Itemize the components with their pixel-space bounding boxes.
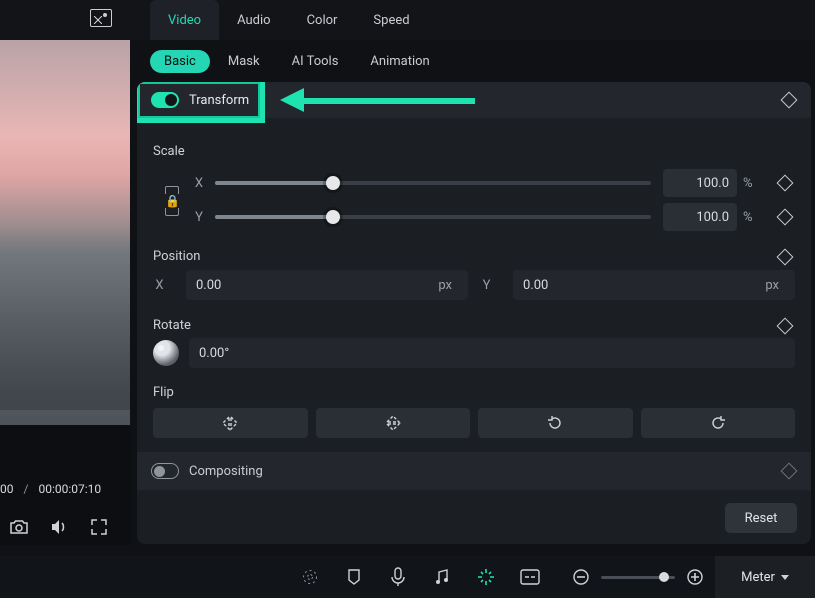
video-preview[interactable] [0, 40, 130, 425]
flip-horizontal-button[interactable] [153, 408, 308, 438]
keyframe-icon[interactable] [781, 92, 798, 109]
transform-toggle[interactable] [151, 92, 179, 108]
scale-y-slider[interactable] [215, 215, 651, 219]
position-label: Position [153, 249, 200, 264]
timecode-separator: / [24, 482, 29, 496]
position-x-input[interactable]: 0.00 px [186, 270, 468, 300]
scale-x-input[interactable]: 100.0 [663, 169, 737, 197]
scale-y-input[interactable]: 100.0 [663, 203, 737, 231]
fullscreen-button[interactable] [88, 516, 110, 538]
position-y-label: Y [480, 278, 493, 293]
sub-tab-bar: Basic Mask AI Tools Animation [150, 44, 444, 78]
scale-x-slider[interactable] [215, 181, 651, 185]
zoom-in-button[interactable] [685, 567, 705, 587]
plus-circle-icon [686, 568, 704, 586]
chevron-down-icon [781, 575, 789, 580]
marker-button[interactable] [344, 567, 364, 587]
rotate-input[interactable]: 0.00° [189, 338, 795, 368]
scale-y-keyframe[interactable] [775, 211, 795, 223]
rotate-label: Rotate [153, 318, 191, 333]
compositing-label: Compositing [189, 464, 263, 479]
timeline-zoom [571, 567, 705, 587]
snapshot-button[interactable] [8, 516, 30, 538]
flip-label: Flip [153, 385, 795, 400]
adjustment-button[interactable] [520, 567, 540, 587]
subtab-mask[interactable]: Mask [214, 50, 274, 73]
video-basic-panel: Transform Scale 🔒 X 100.0 % Y [137, 82, 811, 544]
voiceover-button[interactable] [388, 567, 408, 587]
flip-horizontal-icon [221, 415, 239, 431]
caption-icon [520, 569, 540, 585]
scale-label: Scale [153, 144, 795, 159]
scale-x-keyframe[interactable] [775, 177, 795, 189]
position-keyframe[interactable] [775, 251, 795, 263]
microphone-icon [391, 567, 405, 587]
tab-speed[interactable]: Speed [355, 0, 427, 40]
picture-icon [90, 9, 112, 27]
rotate-knob[interactable] [153, 340, 179, 366]
auto-beat-sync-button[interactable] [476, 567, 496, 587]
audio-stretch-button[interactable] [432, 567, 452, 587]
tab-audio[interactable]: Audio [219, 0, 288, 40]
sparkle-icon [301, 568, 319, 586]
tab-video[interactable]: Video [150, 0, 219, 40]
expand-icon [90, 518, 108, 536]
flip-vertical-button[interactable] [316, 408, 471, 438]
compositing-section-header[interactable]: Compositing [137, 452, 811, 490]
timecode-display: 00 / 00:00:07:10 [0, 482, 130, 496]
timeline-toolbar: Meter [0, 556, 815, 598]
main-tab-bar: Video Audio Color Speed [0, 0, 815, 40]
lock-icon: 🔒 [165, 194, 179, 208]
scale-y-label: Y [191, 210, 207, 225]
subtab-ai-tools[interactable]: AI Tools [278, 50, 353, 73]
subtab-animation[interactable]: Animation [356, 50, 443, 73]
zoom-slider[interactable] [601, 576, 675, 579]
transform-section-header[interactable]: Transform [137, 82, 811, 118]
keyframe-icon[interactable] [781, 463, 798, 480]
reset-button[interactable]: Reset [725, 503, 797, 533]
tab-color[interactable]: Color [289, 0, 356, 40]
lock-aspect-button[interactable]: 🔒 [153, 169, 191, 233]
rotate-ccw-icon [546, 414, 564, 432]
scale-x-label: X [191, 176, 207, 191]
shield-icon [346, 568, 362, 586]
scale-y-unit: % [743, 210, 765, 225]
speaker-icon [49, 518, 69, 536]
camera-icon [9, 519, 29, 535]
subtab-basic[interactable]: Basic [150, 50, 210, 73]
rotate-keyframe[interactable] [775, 320, 795, 332]
position-y-input[interactable]: 0.00 px [513, 270, 795, 300]
compositing-toggle[interactable] [151, 463, 179, 479]
volume-button[interactable] [48, 516, 70, 538]
position-x-label: X [153, 278, 166, 293]
auto-ripple-button[interactable] [300, 567, 320, 587]
rotate-cw-icon [709, 414, 727, 432]
rotate-ccw-button[interactable] [478, 408, 633, 438]
minus-circle-icon [572, 568, 590, 586]
rotate-cw-button[interactable] [641, 408, 796, 438]
flip-vertical-icon [385, 414, 401, 432]
meter-label: Meter [741, 570, 775, 585]
timecode-total: 00:00:07:10 [38, 482, 101, 496]
transform-label: Transform [189, 93, 249, 108]
meter-dropdown[interactable]: Meter [715, 556, 815, 598]
timecode-current: 00 [0, 482, 14, 496]
aspect-ratio-button[interactable] [90, 9, 112, 27]
music-note-icon [433, 568, 451, 586]
zoom-out-button[interactable] [571, 567, 591, 587]
scale-x-unit: % [743, 176, 765, 191]
star-sync-icon [476, 567, 496, 587]
